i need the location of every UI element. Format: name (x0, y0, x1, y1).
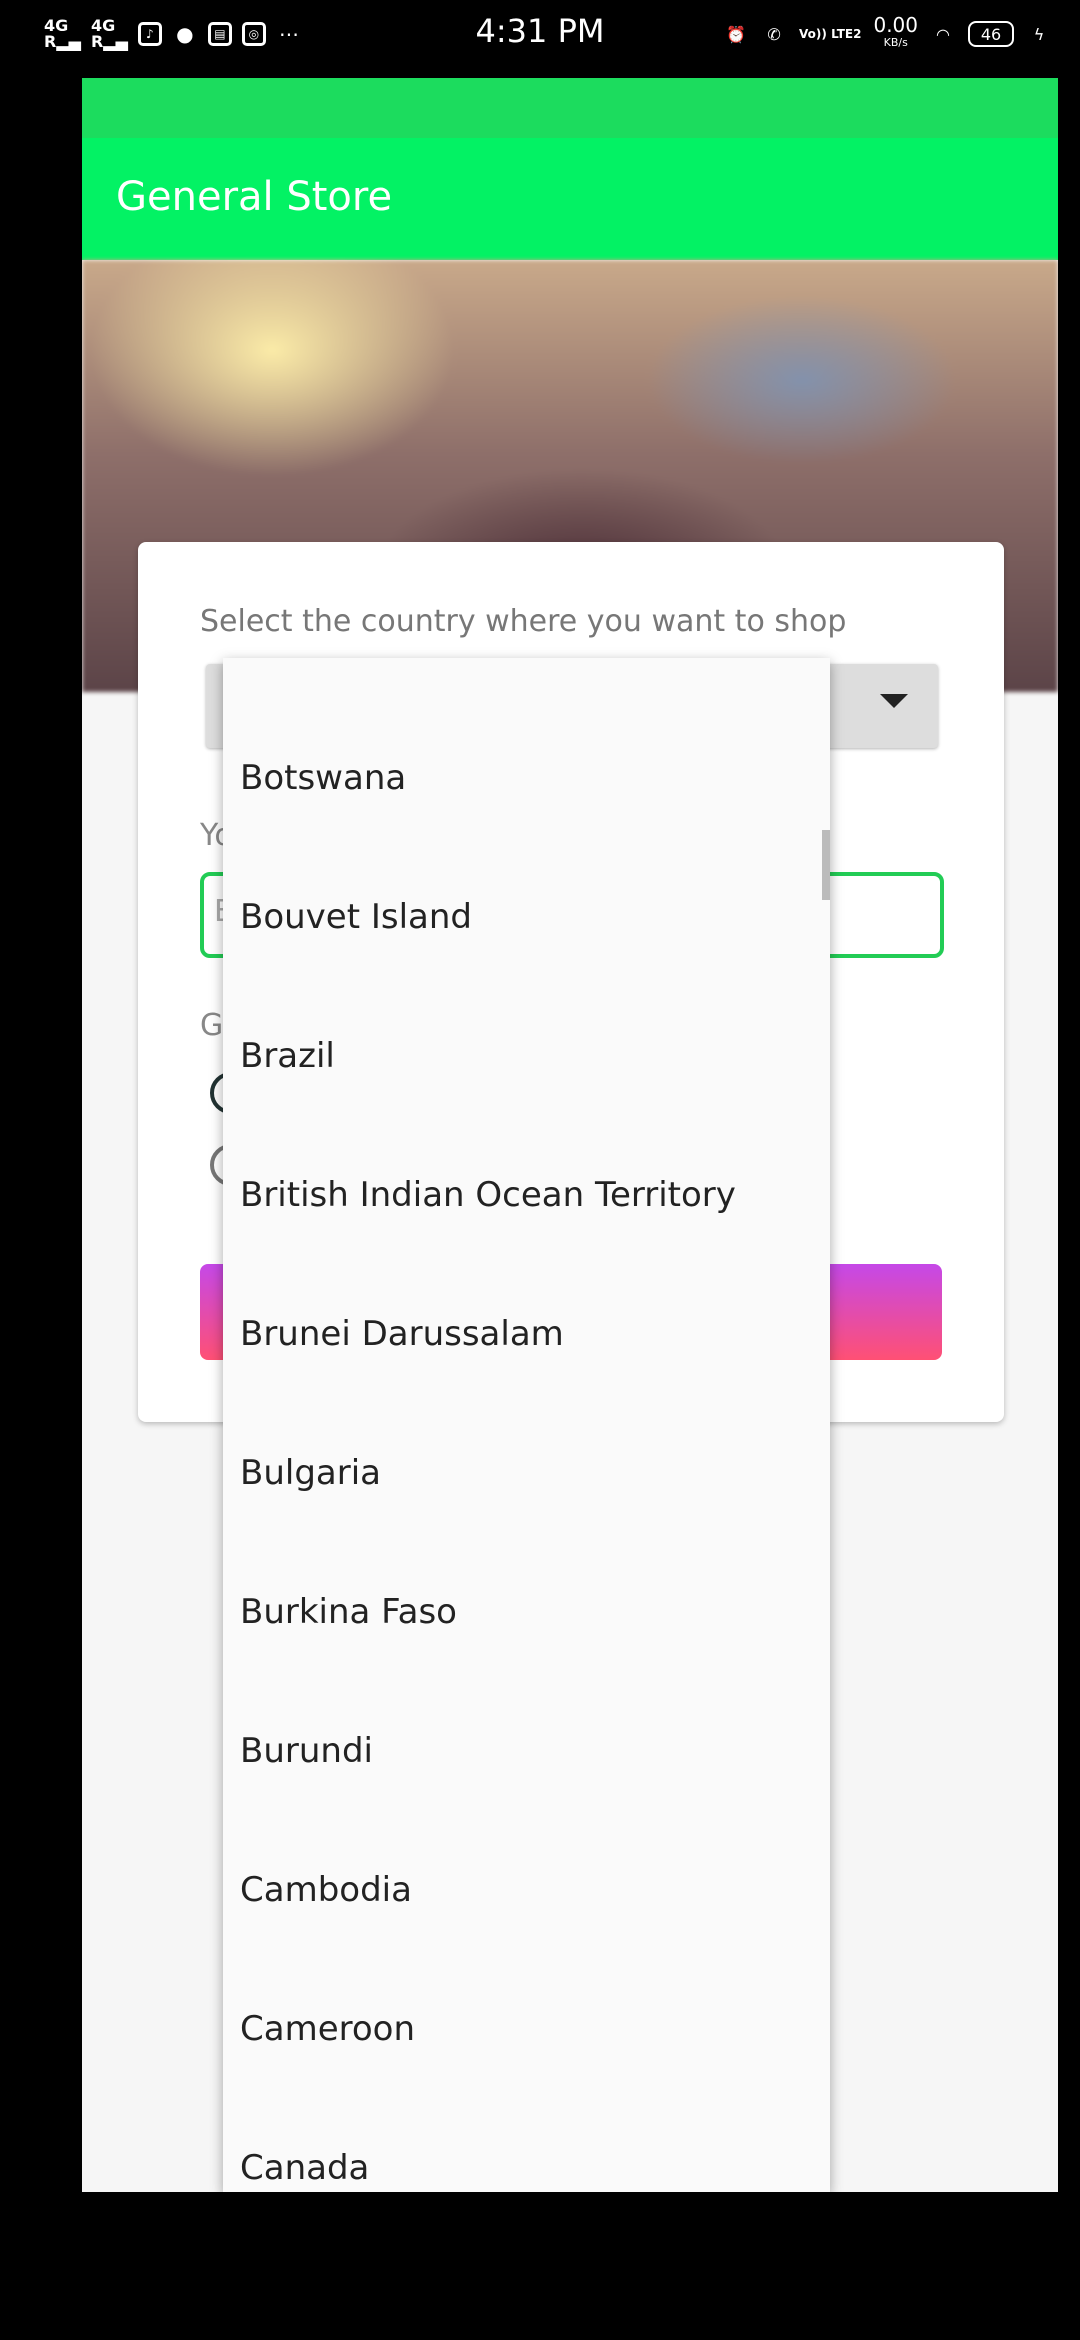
app-status-strip (82, 78, 1058, 138)
dropdown-item[interactable]: Cambodia (240, 1870, 412, 1910)
dropdown-item[interactable]: Bulgaria (240, 1453, 381, 1493)
charging-icon: ϟ (1033, 24, 1045, 44)
dropdown-item[interactable]: Botswana (240, 758, 406, 798)
dropdown-item[interactable]: Brazil (240, 1036, 335, 1076)
gender-label: G (200, 1008, 224, 1043)
dropdown-item[interactable]: Canada (240, 2148, 369, 2188)
toolbar: General Store (82, 138, 1058, 260)
wifi-calling-icon: ✆ (767, 24, 781, 44)
status-right-icons: ⏰ ✆ Vo)) LTE2 0.00 KB/s ◠ 46 ϟ (723, 12, 1052, 56)
country-label: Select the country where you want to sho… (200, 604, 847, 639)
dropdown-item[interactable]: Burundi (240, 1731, 373, 1771)
wifi-icon: ◠ (936, 24, 950, 44)
dropdown-item[interactable]: Cameroon (240, 2009, 415, 2049)
alarm-icon: ⏰ (726, 24, 746, 44)
network-speed: 0.00 KB/s (873, 13, 918, 49)
volte-indicator: Vo)) LTE2 (799, 26, 862, 41)
battery-icon: 46 (968, 21, 1014, 47)
dropdown-item[interactable]: Brunei Darussalam (240, 1314, 564, 1354)
dropdown-scrollbar[interactable] (822, 830, 830, 900)
dropdown-item[interactable]: Burkina Faso (240, 1592, 457, 1632)
status-bar: 4G R▂▄ 4G R▂▄ ♪ ● ▤ ◎ ⋯ 4:31 PM ⏰ ✆ Vo)) L… (0, 0, 1080, 66)
dropdown-item[interactable]: Bouvet Island (240, 897, 472, 937)
dropdown-item[interactable]: British Indian Ocean Territory (240, 1175, 736, 1215)
country-dropdown-list[interactable]: Botswana Bouvet Island Brazil British In… (223, 658, 830, 2192)
dropdown-arrow-icon (880, 694, 908, 708)
toolbar-title: General Store (116, 174, 393, 220)
